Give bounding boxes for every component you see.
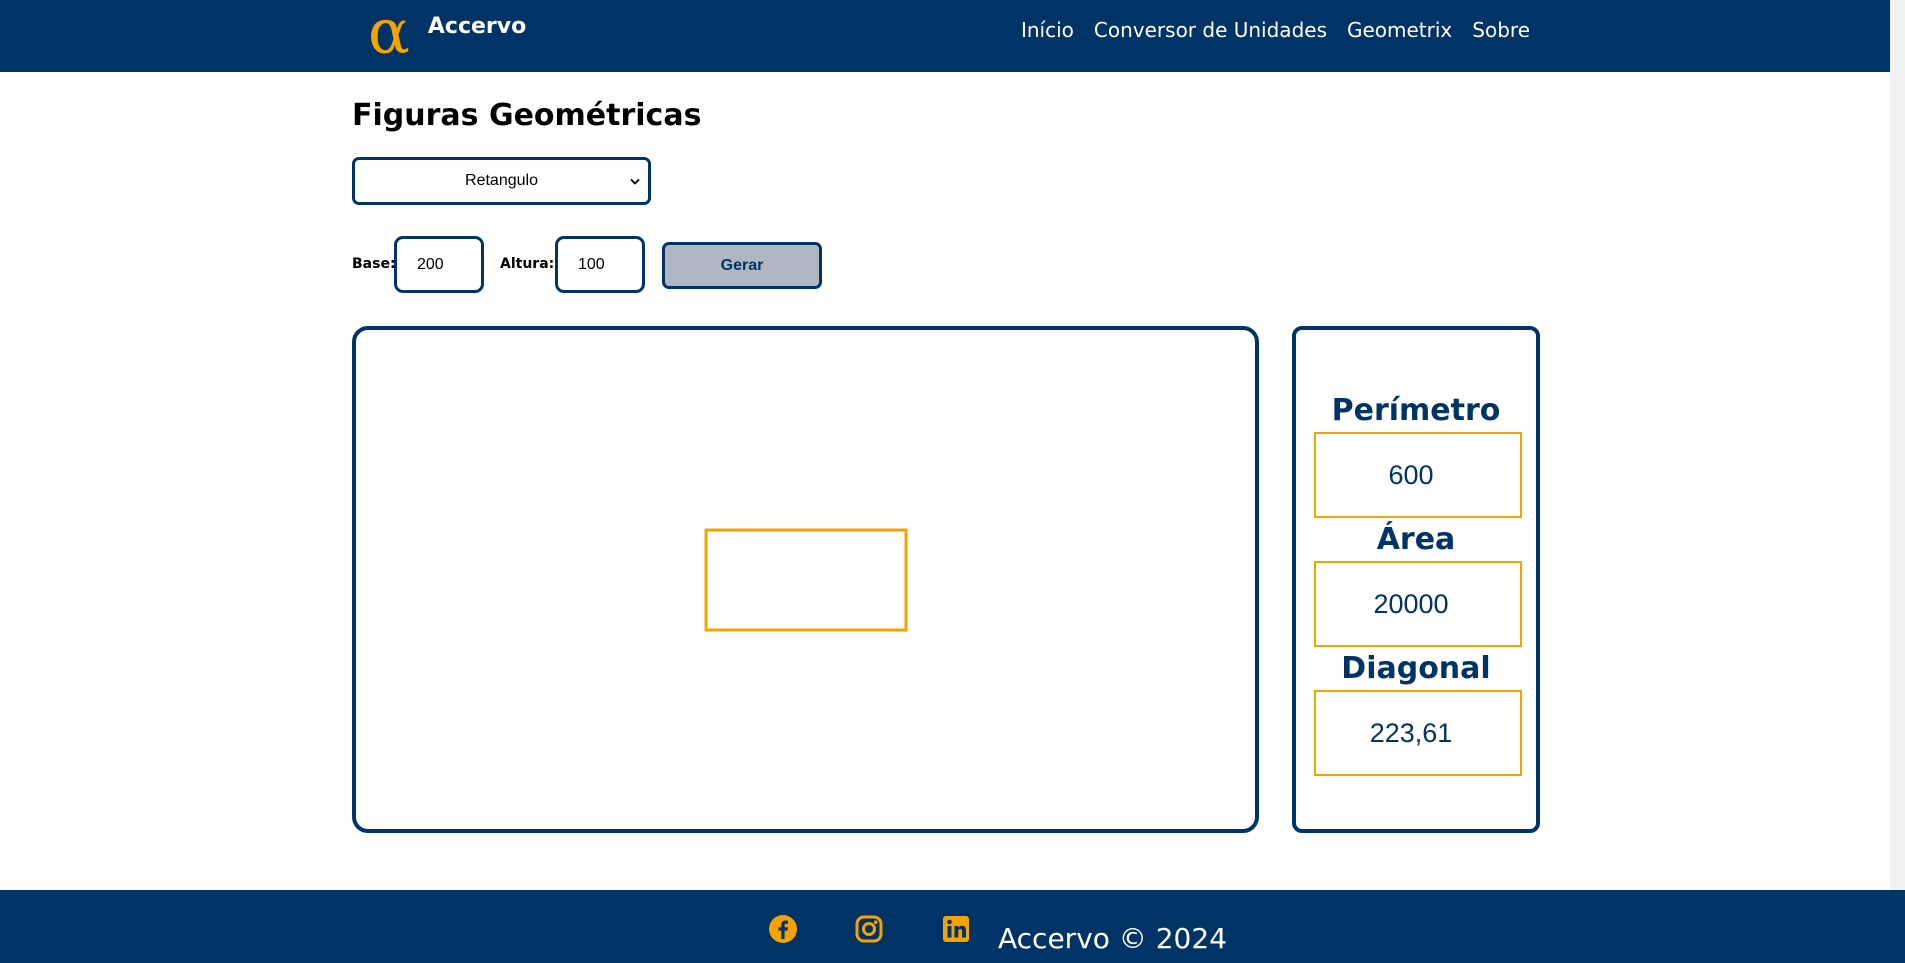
area-label: Área [1376,522,1456,557]
facebook-icon[interactable] [768,914,798,944]
nav-link-sobre[interactable]: Sobre [1472,18,1530,42]
perimeter-label: Perímetro [1331,393,1501,428]
footer-copyright: Accervo © 2024 [998,922,1227,955]
shape-canvas-svg [704,528,908,632]
base-label: Base: [352,256,396,272]
main-nav: Início Conversor de Unidades Geometrix S… [1021,18,1530,42]
diagonal-label: Diagonal [1341,651,1491,686]
nav-link-inicio[interactable]: Início [1021,18,1074,42]
linkedin-icon[interactable] [941,914,971,944]
area-value: 20000 [1314,561,1522,647]
altura-label: Altura: [500,256,555,272]
nav-link-conversor[interactable]: Conversor de Unidades [1094,18,1327,42]
perimeter-value: 600 [1314,432,1522,518]
nav-link-geometrix[interactable]: Geometrix [1347,18,1452,42]
gerar-button[interactable]: Gerar [662,242,822,289]
navbar: α Accervo Início Conversor de Unidades G… [0,0,1905,72]
shape-select[interactable]: Retangulo [352,157,651,205]
altura-input[interactable]: 100 [555,236,645,293]
results-panel: Perímetro 600 Área 20000 Diagonal 223,61 [1292,326,1540,833]
brand[interactable]: α Accervo [368,0,526,72]
page-title: Figuras Geométricas [352,98,702,133]
alpha-logo-icon: α [368,0,410,68]
instagram-icon[interactable] [854,914,884,944]
shape-select-value: Retangulo [465,172,538,189]
diagonal-value: 223,61 [1314,690,1522,776]
chevron-down-icon [630,174,640,189]
page: α Accervo Início Conversor de Unidades G… [0,0,1905,963]
footer [0,890,1905,963]
scrollbar[interactable] [1890,0,1905,890]
base-input[interactable]: 200 [394,236,484,293]
brand-name: Accervo [427,13,527,39]
rectangle-shape [704,528,908,632]
shape-canvas [352,326,1259,833]
